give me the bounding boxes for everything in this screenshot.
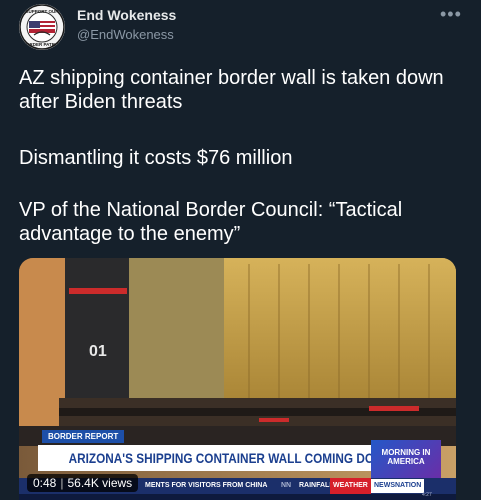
avatar-text-bottom: BORDER PATROL xyxy=(23,42,62,47)
show-logo: MORNING IN AMERICA xyxy=(371,440,441,478)
yellow-container xyxy=(224,258,456,403)
patch-logo-icon: SUPPORT OUR BORDER PATROL xyxy=(19,4,65,50)
author-avatar[interactable]: SUPPORT OUR BORDER PATROL xyxy=(19,4,65,50)
avatar-text-top: SUPPORT OUR xyxy=(25,9,59,14)
ticker-bottom-bar: 4:27 xyxy=(19,492,456,500)
ticker-text: MENTS FOR VISITORS FROM CHINA xyxy=(145,482,268,489)
headline-text: ARIZONA'S SHIPPING CONTAINER WALL COMING… xyxy=(68,450,371,466)
ticker-rainfall: RAINFALL xyxy=(299,482,334,489)
tweet: SUPPORT OUR BORDER PATROL End Wokeness @… xyxy=(0,0,481,500)
lower-third-tag: BORDER REPORT xyxy=(42,430,125,443)
wood-post xyxy=(19,258,65,438)
more-options-icon[interactable]: ••• xyxy=(440,4,462,25)
tweet-paragraph-1: AZ shipping container border wall is tak… xyxy=(19,67,444,113)
tweet-paragraph-3: VP of the National Border Council: “Tact… xyxy=(19,199,403,245)
author-name[interactable]: End Wokeness xyxy=(77,7,176,23)
separator: | xyxy=(60,476,64,490)
video-stats-overlay: 0:48 | 56.4K views xyxy=(27,474,139,492)
ticker-time: 4:27 xyxy=(422,492,432,498)
container-number: 01 xyxy=(89,343,107,360)
show-logo-line1: MORNING IN xyxy=(381,448,431,457)
ticker-channel-logo: NEWSNATION xyxy=(371,479,425,493)
author-handle[interactable]: @EndWokeness xyxy=(77,27,174,42)
video-time: 0:48 xyxy=(33,476,57,490)
ticker-nn: NN xyxy=(281,482,292,489)
tweet-paragraph-2: Dismantling it costs $76 million xyxy=(19,147,293,169)
show-logo-line2: AMERICA xyxy=(387,457,425,466)
video-views: 56.4K views xyxy=(67,476,133,490)
dark-container xyxy=(65,258,129,398)
lower-third-headline: ARIZONA'S SHIPPING CONTAINER WALL COMING… xyxy=(38,445,371,471)
video-player[interactable]: 01 BORDER REPORT ARIZONA'S SHIPPING CONT… xyxy=(19,258,456,500)
ticker-weather: WEATHER xyxy=(330,478,371,494)
